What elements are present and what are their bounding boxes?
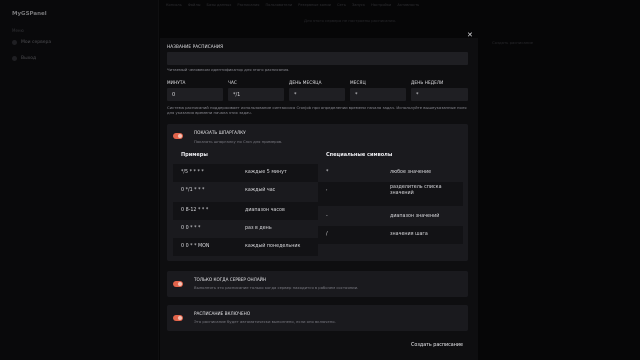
create-schedule-button[interactable]: Создать расписание xyxy=(404,338,470,352)
enabled-card: Расписание включено Это расписание будет… xyxy=(167,305,468,331)
create-schedule-modal: Название расписания Читаемый человеком и… xyxy=(160,38,478,360)
example-row: */5 * * * * каждые 5 минут xyxy=(173,164,318,182)
month-input[interactable]: * xyxy=(350,88,406,101)
example-expr: 0 0 * * * xyxy=(181,226,201,231)
enabled-desc: Это расписание будет автоматически выпол… xyxy=(194,319,336,324)
online-only-desc: Выполнять это расписание только когда се… xyxy=(194,285,359,290)
day-of-month-input[interactable]: * xyxy=(289,88,345,101)
hour-label: Час xyxy=(228,80,237,85)
example-expr: 0 */1 * * * xyxy=(181,188,205,193)
schedule-name-label: Название расписания xyxy=(167,44,224,49)
example-desc: раз в день xyxy=(245,226,272,231)
special-symbol: , xyxy=(326,187,328,192)
special-symbol-row: - диапазон значений xyxy=(318,208,463,226)
online-only-card: Только когда сервер онлайн Выполнять это… xyxy=(167,271,468,297)
example-row: 0 8-12 * * * диапазон часов xyxy=(173,202,318,220)
special-symbol-desc: разделитель списка значений xyxy=(390,185,442,196)
example-desc: диапазон часов xyxy=(245,208,285,213)
online-only-toggle[interactable] xyxy=(173,281,183,287)
cheatsheet-title: Показать шпаргалку xyxy=(194,130,246,135)
example-expr: */5 * * * * xyxy=(181,170,204,175)
online-only-title: Только когда сервер онлайн xyxy=(194,277,266,282)
example-expr: 0 8-12 * * * xyxy=(181,208,209,213)
special-symbol: / xyxy=(326,232,328,237)
special-symbol-row: , разделитель списка значений xyxy=(318,182,463,206)
special-symbol-row: * любое значение xyxy=(318,164,463,182)
enabled-title: Расписание включено xyxy=(194,311,251,316)
day-of-month-label: День месяца xyxy=(289,80,322,85)
example-desc: каждые 5 минут xyxy=(245,170,287,175)
example-row: 0 0 * * MON каждый понедельник xyxy=(173,238,318,256)
examples-header: Примеры xyxy=(181,152,208,158)
example-row: 0 */1 * * * каждый час xyxy=(173,182,318,200)
schedule-name-hint: Читаемый человеком идентификатор для это… xyxy=(167,67,290,72)
schedule-name-input[interactable] xyxy=(167,52,468,65)
cheatsheet-card: Показать шпаргалку Показать шпаргалку по… xyxy=(167,124,468,261)
minute-input[interactable]: 0 xyxy=(167,88,223,101)
special-symbol-desc: любое значение xyxy=(390,170,432,175)
special-symbols-header: Специальные символы xyxy=(326,152,393,158)
cheatsheet-toggle[interactable] xyxy=(173,133,183,139)
day-of-week-label: День недели xyxy=(411,80,444,85)
enabled-toggle[interactable] xyxy=(173,315,183,321)
cron-hint: Система расписаний поддерживает использо… xyxy=(167,105,467,115)
example-expr: 0 0 * * MON xyxy=(181,244,210,249)
example-row: 0 0 * * * раз в день xyxy=(173,220,318,238)
minute-label: Минута xyxy=(167,80,186,85)
special-symbol-desc: значения шага xyxy=(390,232,428,237)
month-label: Месяц xyxy=(350,80,366,85)
cheatsheet-desc: Показать шпаргалку по Cron для примеров. xyxy=(194,139,283,144)
special-symbol-desc: диапазон значений xyxy=(390,214,440,219)
day-of-week-input[interactable]: * xyxy=(411,88,468,101)
special-symbol: * xyxy=(326,170,329,175)
special-symbol-row: / значения шага xyxy=(318,226,463,244)
example-desc: каждый час xyxy=(245,188,276,193)
example-desc: каждый понедельник xyxy=(245,244,301,249)
hour-input[interactable]: */1 xyxy=(228,88,284,101)
special-symbol: - xyxy=(326,214,328,219)
